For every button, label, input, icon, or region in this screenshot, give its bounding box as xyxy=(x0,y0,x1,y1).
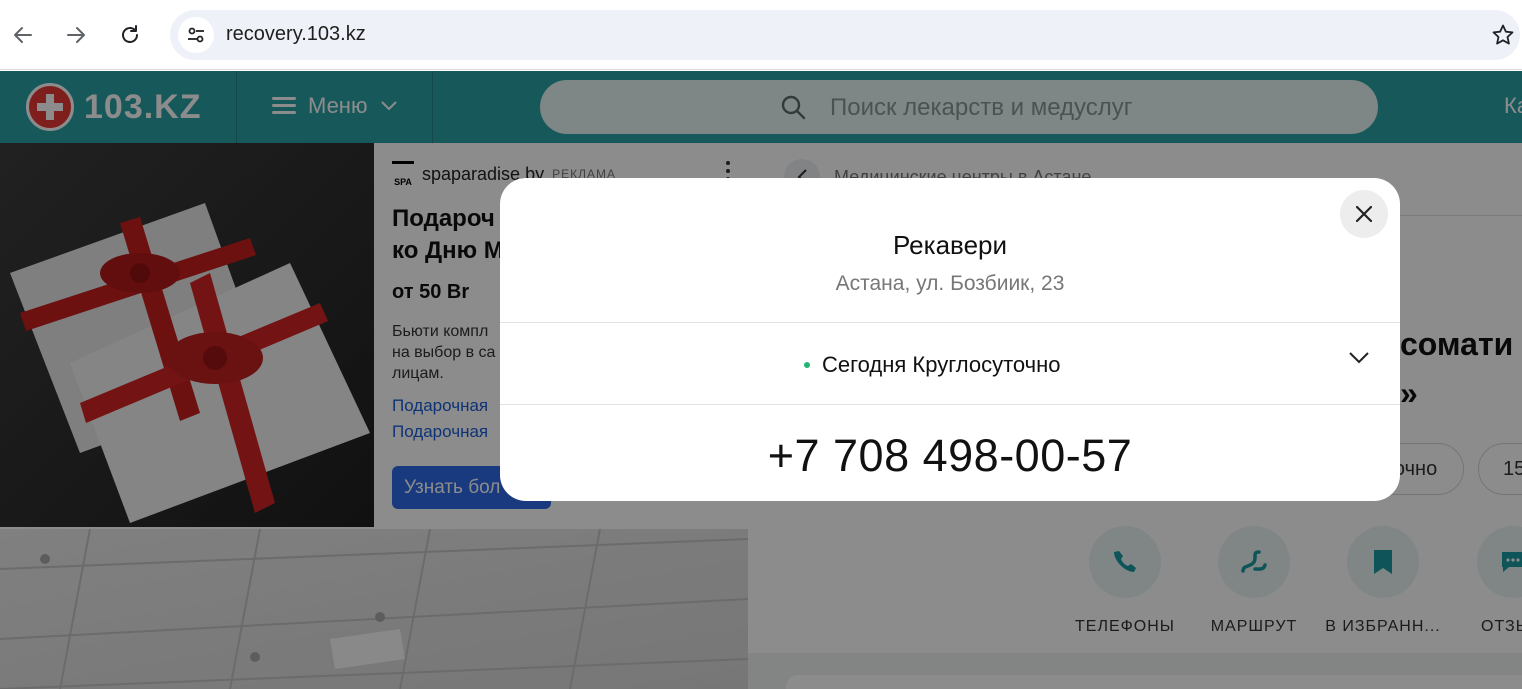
back-button[interactable] xyxy=(5,17,41,53)
tune-icon xyxy=(188,27,204,43)
forward-button[interactable] xyxy=(58,17,94,53)
close-icon xyxy=(1355,205,1373,223)
hours-toggle[interactable]: Сегодня Круглосуточно xyxy=(500,322,1400,404)
phone-number-link[interactable]: +7 708 498-00-57 xyxy=(500,430,1400,482)
browser-toolbar: recovery.103.kz xyxy=(0,0,1522,70)
modal-title: Рекавери xyxy=(892,230,1008,260)
arrow-right-icon xyxy=(67,27,85,43)
contact-modal: Рекавери Астана, ул. Бозбиик, 23 Сегодня… xyxy=(500,178,1400,501)
arrow-left-icon xyxy=(14,27,32,43)
reload-button[interactable] xyxy=(112,17,148,53)
star-icon xyxy=(1492,24,1514,45)
hours-text: Сегодня Круглосуточно xyxy=(822,352,1061,377)
divider xyxy=(500,404,1400,405)
bookmark-star-button[interactable] xyxy=(1488,20,1518,50)
address-bar[interactable]: recovery.103.kz xyxy=(170,10,1520,60)
site-info-button[interactable] xyxy=(178,17,214,53)
modal-address: Астана, ул. Бозбиик, 23 xyxy=(835,272,1065,295)
hours-status: Сегодня Круглосуточно xyxy=(804,352,1061,378)
reload-icon xyxy=(122,25,138,43)
open-status-dot xyxy=(804,362,810,368)
url-text[interactable]: recovery.103.kz xyxy=(226,23,366,46)
chevron-down-icon xyxy=(1349,352,1369,364)
